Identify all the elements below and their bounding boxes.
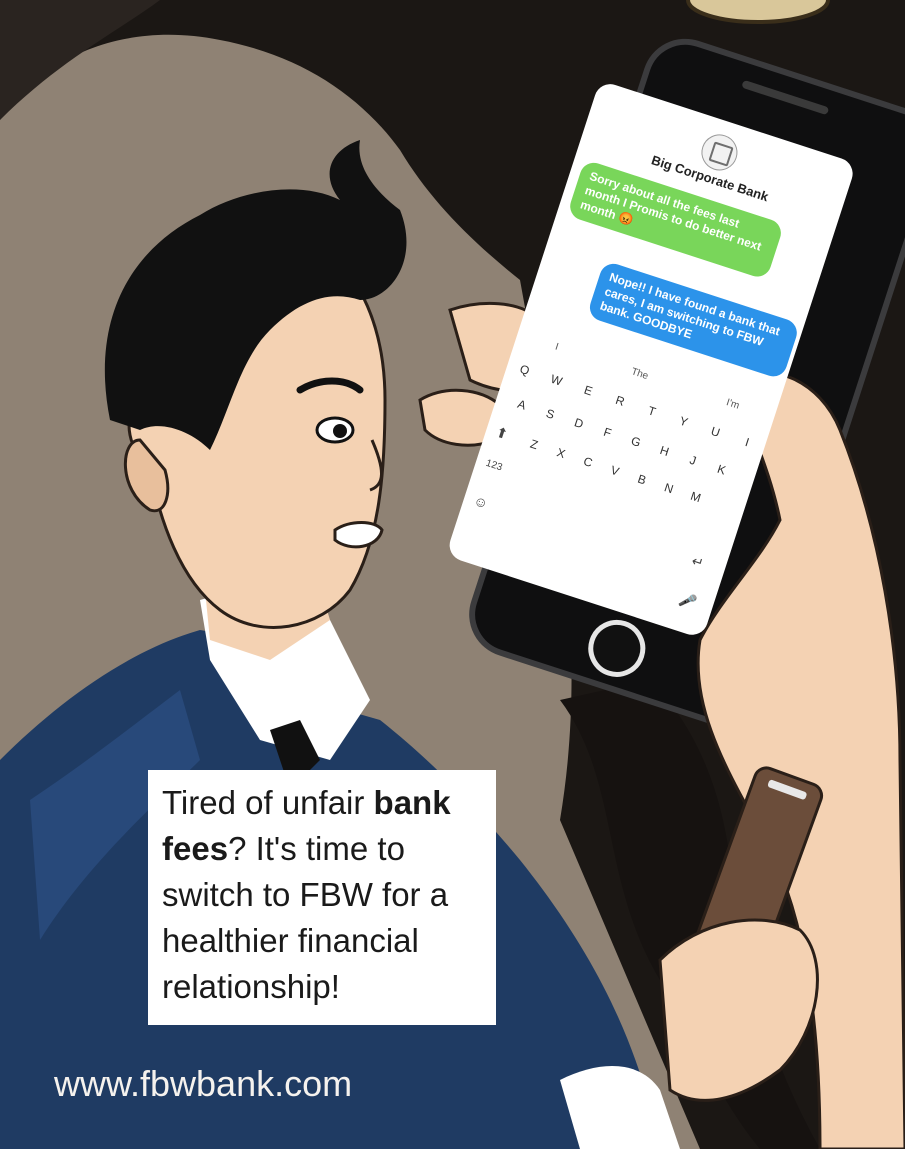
caption-bold-bank: bank (373, 784, 451, 821)
caption-text-5: relationship! (162, 968, 340, 1005)
caption-text-2: ? It's time to (228, 830, 405, 867)
website-url[interactable]: www.fbwbank.com (54, 1063, 352, 1105)
caption-text-3: switch to FBW for a (162, 876, 449, 913)
caption-text-1: Tired of unfair (162, 784, 374, 821)
poster: Big Corporate Bank Sorry about all the f… (0, 0, 905, 1149)
caption-text-4: healthier financial (162, 922, 419, 959)
pupil (333, 424, 347, 438)
caption-bold-fees: fees (162, 830, 229, 867)
promo-caption: Tired of unfair bank fees? It's time to … (148, 770, 496, 1025)
